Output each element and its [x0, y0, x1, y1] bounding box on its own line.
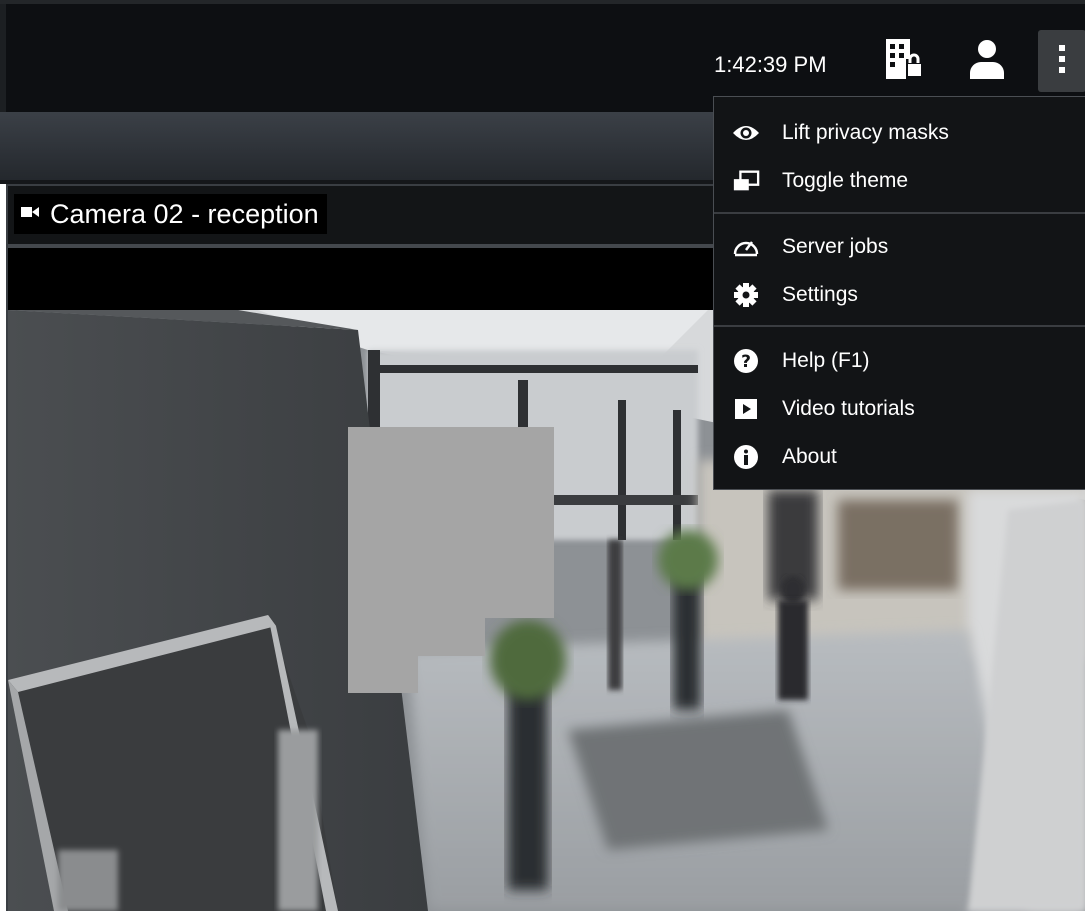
menu-item-settings[interactable]: Settings	[714, 273, 1085, 317]
user-icon[interactable]	[964, 34, 1010, 84]
play-icon	[732, 395, 760, 423]
menu-item-server-jobs[interactable]: Server jobs	[714, 225, 1085, 269]
menu-item-label: Server jobs	[782, 235, 889, 258]
menu-item-label: Help (F1)	[782, 349, 870, 372]
toggle-theme-icon	[732, 167, 760, 195]
more-menu-dropdown: Lift privacy masks Toggle theme Server j…	[713, 96, 1085, 490]
question-icon: ?	[732, 347, 760, 375]
menu-item-label: Video tutorials	[782, 397, 915, 420]
menu-item-label: Toggle theme	[782, 169, 909, 192]
menu-divider	[714, 325, 1085, 327]
menu-item-help[interactable]: ? Help (F1)	[714, 339, 1085, 383]
menu-divider	[714, 212, 1085, 214]
more-menu-button[interactable]	[1038, 30, 1085, 92]
app-window: 1:42:39 PM Camera 02 - reception Lift pr…	[0, 0, 1085, 911]
menu-item-label: Lift privacy masks	[782, 121, 949, 144]
menu-item-lift-privacy-masks[interactable]: Lift privacy masks	[714, 111, 1085, 155]
camera-title: Camera 02 - reception	[14, 194, 327, 234]
gear-icon	[732, 281, 760, 309]
menu-item-toggle-theme[interactable]: Toggle theme	[714, 159, 1085, 203]
menu-item-label: Settings	[782, 283, 858, 306]
gauge-icon	[732, 233, 760, 261]
info-icon	[732, 443, 760, 471]
more-vertical-icon	[1058, 44, 1066, 79]
eye-icon	[732, 119, 760, 147]
clock: 1:42:39 PM	[714, 52, 827, 77]
camera-title-label: Camera 02 - reception	[50, 198, 319, 229]
menu-item-video-tutorials[interactable]: Video tutorials	[714, 387, 1085, 431]
menu-item-about[interactable]: About	[714, 435, 1085, 479]
video-camera-icon	[20, 204, 40, 225]
building-lock-icon[interactable]	[880, 34, 926, 84]
menu-item-label: About	[782, 445, 837, 468]
top-bar-edge	[0, 4, 6, 116]
svg-text:?: ?	[741, 352, 751, 372]
